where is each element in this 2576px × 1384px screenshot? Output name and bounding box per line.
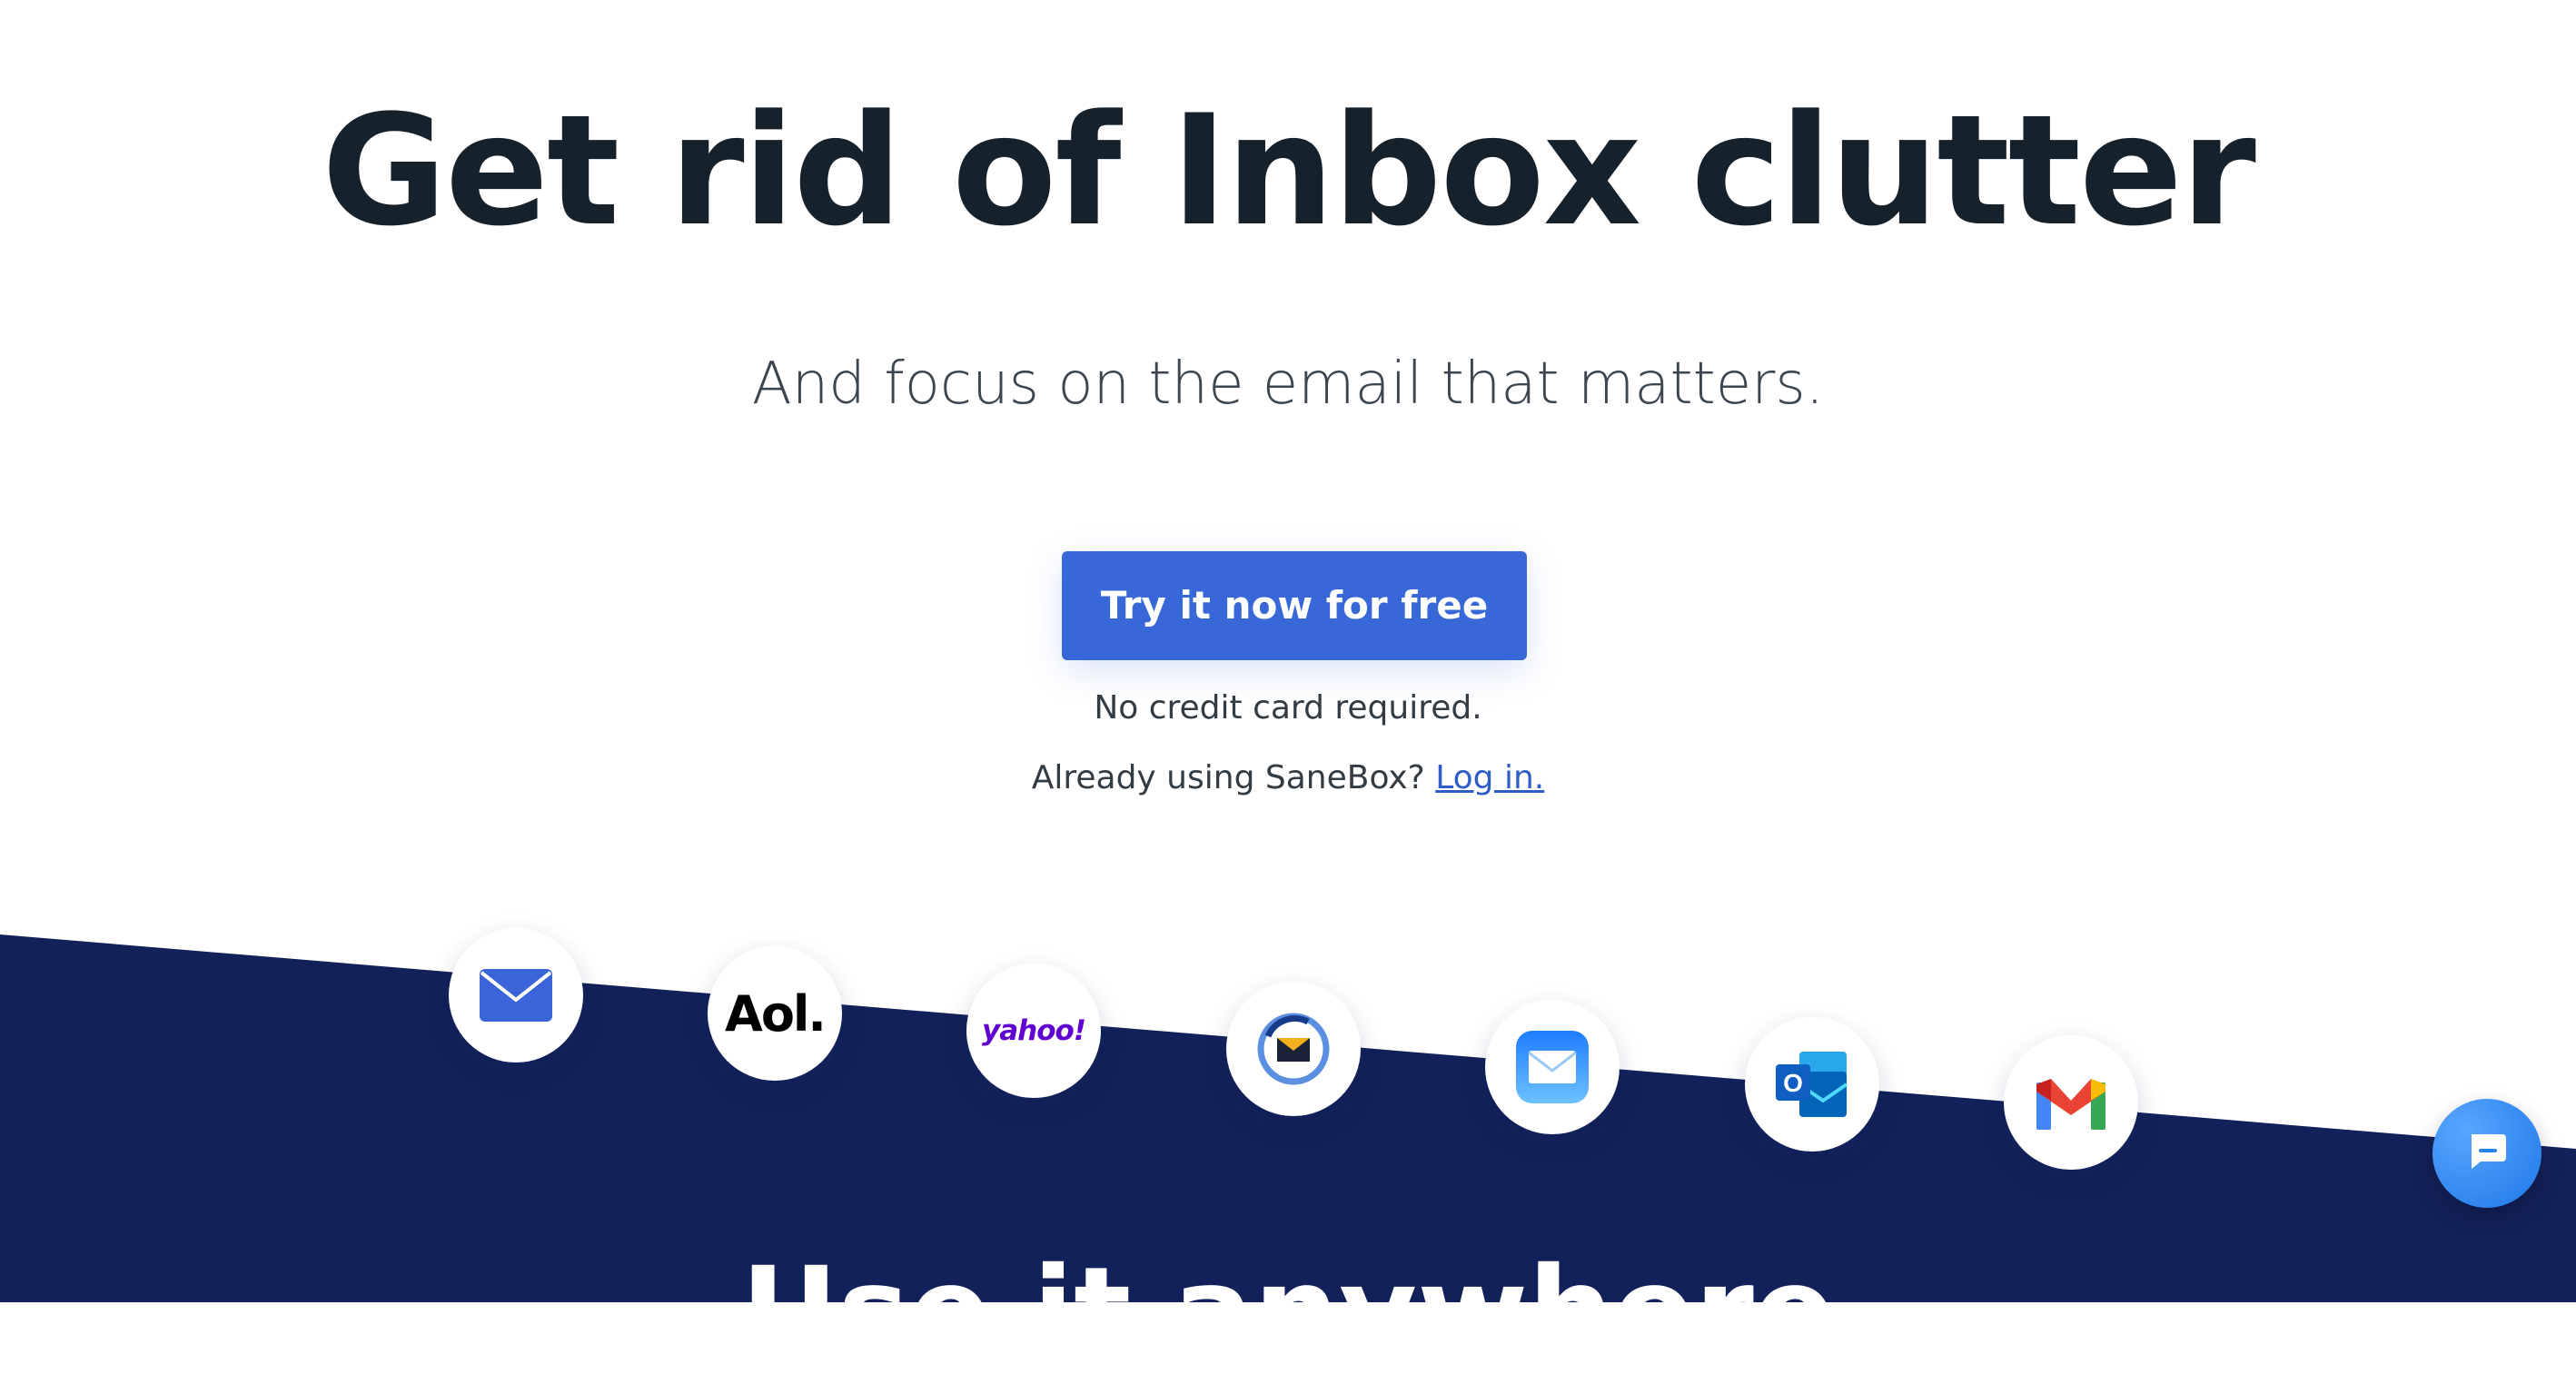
apple-mail-icon — [1512, 1027, 1592, 1107]
outlook-icon: O — [1774, 1048, 1850, 1121]
provider-yahoo[interactable]: yahoo! — [966, 964, 1101, 1098]
envelope-icon — [478, 967, 554, 1023]
postbox-icon — [1253, 1009, 1333, 1089]
aol-logo: Aol. — [725, 984, 827, 1043]
provider-gmail[interactable] — [2004, 1035, 2138, 1170]
chat-bubble-icon — [2466, 1131, 2508, 1177]
provider-postbox[interactable] — [1226, 982, 1361, 1116]
provider-apple-mail[interactable] — [1485, 1000, 1620, 1134]
provider-aol[interactable]: Aol. — [708, 946, 842, 1081]
outlook-letter: O — [1783, 1069, 1803, 1097]
email-provider-row: Aol. yahoo! O — [0, 0, 2576, 1302]
yahoo-logo: yahoo! — [982, 1014, 1086, 1047]
gmail-icon — [2033, 1073, 2109, 1132]
provider-generic-mail[interactable] — [449, 928, 583, 1063]
chat-button[interactable] — [2432, 1099, 2541, 1208]
provider-outlook[interactable]: O — [1745, 1017, 1879, 1152]
